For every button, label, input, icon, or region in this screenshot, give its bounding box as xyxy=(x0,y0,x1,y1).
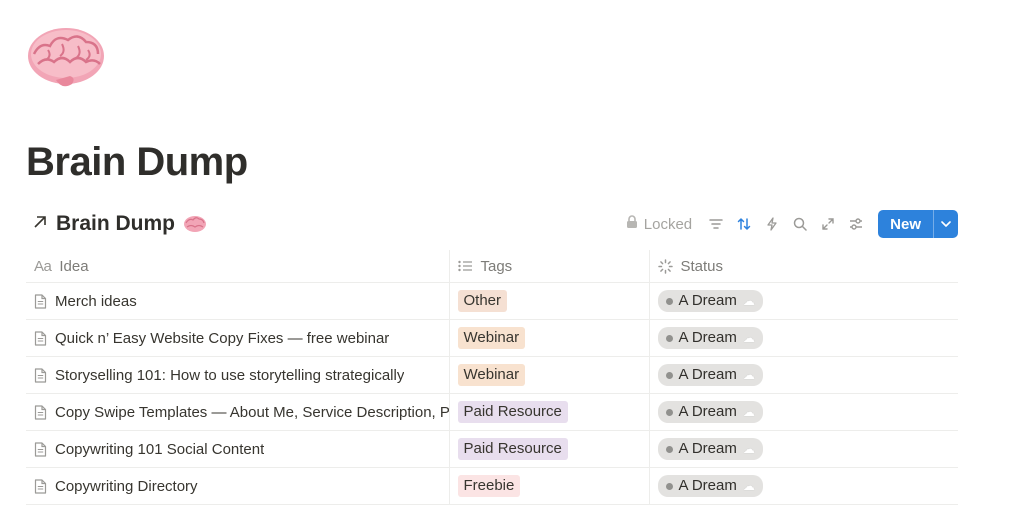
status-badge: A Dream ☁ xyxy=(657,327,763,349)
column-header-tags[interactable]: Tags xyxy=(448,250,649,283)
status-cell[interactable]: A Dream ☁ xyxy=(648,319,958,357)
arrow-northeast-icon xyxy=(32,214,48,235)
tag-badge: Paid Resource xyxy=(457,438,568,460)
status-dot-icon xyxy=(665,445,673,453)
list-icon xyxy=(457,260,473,272)
cloud-icon: ☁ xyxy=(742,442,755,456)
status-label: A Dream xyxy=(678,329,737,346)
status-badge: A Dream ☁ xyxy=(657,364,763,386)
column-header-idea[interactable]: Aa Idea xyxy=(26,250,449,283)
idea-title[interactable]: Quick n’ Easy Website Copy Fixes — free … xyxy=(55,330,389,347)
idea-title[interactable]: Merch ideas xyxy=(55,293,137,310)
cloud-icon: ☁ xyxy=(742,405,755,419)
cloud-icon: ☁ xyxy=(742,331,755,345)
status-label: A Dream xyxy=(678,292,737,309)
page-icon xyxy=(34,478,47,494)
status-cell[interactable]: A Dream ☁ xyxy=(648,467,958,505)
status-dot-icon xyxy=(665,408,673,416)
column-label: Tags xyxy=(480,257,513,275)
database-header: Brain Dump Locked New xyxy=(26,208,958,240)
tags-cell[interactable]: Webinar xyxy=(448,356,649,394)
idea-title[interactable]: Copywriting Directory xyxy=(55,478,198,495)
table-row[interactable]: Quick n’ Easy Website Copy Fixes — free … xyxy=(26,319,958,357)
status-cell[interactable]: A Dream ☁ xyxy=(648,282,958,320)
filter-icon[interactable] xyxy=(702,210,730,238)
idea-title[interactable]: Storyselling 101: How to use storytellin… xyxy=(55,367,404,384)
table-row[interactable]: Copywriting Directory Freebie A Dream ☁ xyxy=(26,467,958,505)
search-icon[interactable] xyxy=(786,210,814,238)
page-icon xyxy=(34,293,47,309)
locked-indicator[interactable]: Locked xyxy=(626,210,692,238)
page-icon xyxy=(34,367,47,383)
brain-emoji-icon xyxy=(184,216,207,232)
page-icon xyxy=(34,404,47,420)
table-row[interactable]: Copywriting 101 Social Content Paid Resou… xyxy=(26,430,958,468)
tags-cell[interactable]: Other xyxy=(448,282,649,320)
status-spinner-icon xyxy=(657,258,673,274)
tag-badge: Webinar xyxy=(457,364,526,386)
tag-badge: Other xyxy=(457,290,508,312)
column-label: Idea xyxy=(59,257,89,275)
status-label: A Dream xyxy=(678,403,737,420)
tag-badge: Freebie xyxy=(457,475,521,497)
status-badge: A Dream ☁ xyxy=(657,290,763,312)
cloud-icon: ☁ xyxy=(742,294,755,308)
tags-cell[interactable]: Webinar xyxy=(448,319,649,357)
idea-cell[interactable]: Storyselling 101: How to use storytellin… xyxy=(26,356,449,394)
idea-cell[interactable]: Copy Swipe Templates — About Me, Service… xyxy=(26,393,449,431)
tag-badge: Paid Resource xyxy=(457,401,568,423)
idea-cell[interactable]: Quick n’ Easy Website Copy Fixes — free … xyxy=(26,319,449,357)
table-row[interactable]: Copy Swipe Templates — About Me, Service… xyxy=(26,393,958,431)
cloud-icon: ☁ xyxy=(742,479,755,493)
status-cell[interactable]: A Dream ☁ xyxy=(648,356,958,394)
database-title[interactable]: Brain Dump xyxy=(32,208,207,240)
page-title: Brain Dump xyxy=(26,140,248,184)
page-icon xyxy=(34,330,47,346)
automation-bolt-icon[interactable] xyxy=(758,210,786,238)
settings-sliders-icon[interactable] xyxy=(842,210,870,238)
column-header-status[interactable]: Status xyxy=(648,250,958,283)
status-label: A Dream xyxy=(678,366,737,383)
idea-cell[interactable]: Merch ideas xyxy=(26,282,449,320)
status-label: A Dream xyxy=(678,477,737,494)
tags-cell[interactable]: Paid Resource xyxy=(448,430,649,468)
page-icon xyxy=(34,441,47,457)
status-cell[interactable]: A Dream ☁ xyxy=(648,393,958,431)
status-dot-icon xyxy=(665,371,673,379)
column-label: Status xyxy=(680,257,724,275)
database-table: Aa Idea Tags Status Merch ideas Other A … xyxy=(26,250,958,505)
title-aa-icon: Aa xyxy=(34,257,52,275)
expand-icon[interactable] xyxy=(814,210,842,238)
lock-icon xyxy=(626,215,638,233)
sort-icon[interactable] xyxy=(730,210,758,238)
status-label: A Dream xyxy=(678,440,737,457)
idea-cell[interactable]: Copywriting 101 Social Content xyxy=(26,430,449,468)
tag-badge: Webinar xyxy=(457,327,526,349)
idea-title[interactable]: Copywriting 101 Social Content xyxy=(55,441,264,458)
idea-cell[interactable]: Copywriting Directory xyxy=(26,467,449,505)
status-dot-icon xyxy=(665,297,673,305)
tags-cell[interactable]: Freebie xyxy=(448,467,649,505)
locked-label: Locked xyxy=(643,215,693,233)
database-toolbar: Locked New xyxy=(626,208,958,240)
status-dot-icon xyxy=(665,334,673,342)
database-title-text: Brain Dump xyxy=(56,212,176,235)
status-badge: A Dream ☁ xyxy=(657,438,763,460)
cloud-icon: ☁ xyxy=(742,368,755,382)
status-dot-icon xyxy=(665,482,673,490)
table-row[interactable]: Merch ideas Other A Dream ☁ xyxy=(26,282,958,320)
table-header-row: Aa Idea Tags Status xyxy=(26,250,958,283)
page-brain-icon[interactable] xyxy=(26,24,106,90)
table-row[interactable]: Storyselling 101: How to use storytellin… xyxy=(26,356,958,394)
status-badge: A Dream ☁ xyxy=(657,401,763,423)
status-badge: A Dream ☁ xyxy=(657,475,763,497)
status-cell[interactable]: A Dream ☁ xyxy=(648,430,958,468)
new-button-group: New xyxy=(878,210,958,238)
idea-title[interactable]: Copy Swipe Templates — About Me, Service… xyxy=(55,404,449,421)
new-button[interactable]: New xyxy=(878,210,933,238)
tags-cell[interactable]: Paid Resource xyxy=(448,393,649,431)
chevron-down-icon[interactable] xyxy=(933,210,958,238)
